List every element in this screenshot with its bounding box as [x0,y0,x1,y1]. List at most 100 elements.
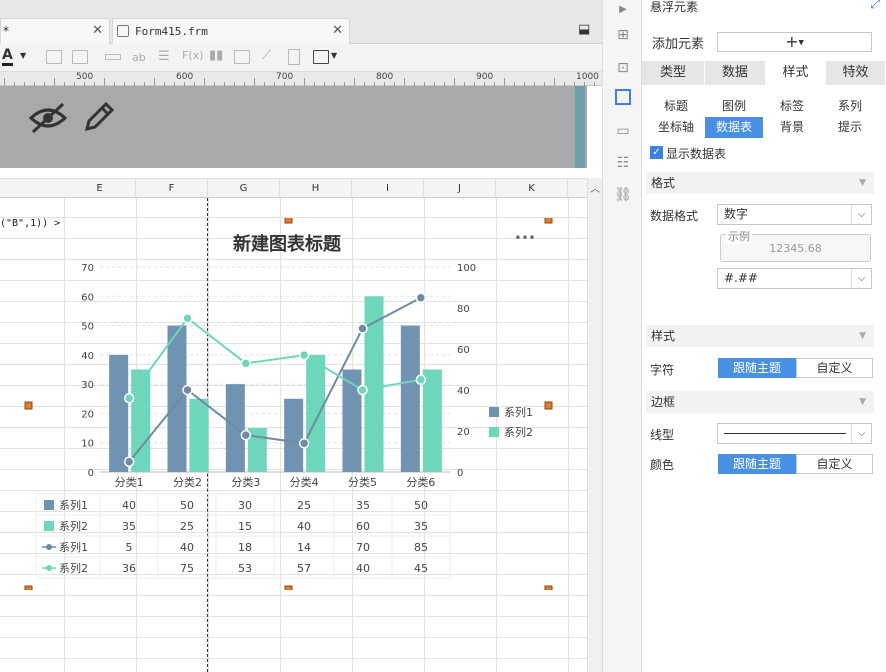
border-icon[interactable] [313,50,329,64]
y2-tick-label: 40 [457,386,470,397]
chevron-down-icon: ▼ [798,38,804,47]
subtab-tooltip[interactable]: 提示 [821,117,879,138]
merge-icon[interactable] [105,54,121,60]
subtab-background[interactable]: 背景 [763,117,821,138]
bar-1-1 [109,354,129,472]
line-point-1-1 [123,456,135,467]
section-title: 样式 [651,329,676,343]
formula-icon[interactable]: F(x) [182,49,203,62]
data-format-select[interactable]: 数字 ⌵ [717,204,872,225]
data-table-cell: 35 [122,520,136,533]
ruler-tick [594,82,595,86]
format-toolbar: A ▼ ab ☰ F(x) ▮▮ ⟋ ▼ [0,44,602,72]
subtab-title[interactable]: 标题 [647,96,705,117]
vertical-scrollbar[interactable]: ︿ [587,178,602,672]
tab-form415[interactable]: Form415.frm ✕ [112,18,350,44]
tab-menu-icon[interactable]: ⬓ [578,22,590,37]
y2-tick-label: 60 [457,345,470,356]
column-header-F[interactable]: F [136,179,208,199]
line-icon[interactable]: ⟋ [262,48,271,63]
char-follow-theme-button[interactable]: 跟随主题 [718,358,796,378]
float-element-icon[interactable] [615,89,631,105]
subtab-axis[interactable]: 坐标轴 [647,117,705,138]
ruler-tick [304,78,305,86]
ruler-tick [204,78,205,86]
data-table-cell: 57 [297,562,311,575]
scroll-up-icon[interactable]: ︿ [590,180,600,195]
list-icon[interactable]: ☷ [613,153,633,173]
widget-icon[interactable]: ▭ [613,121,633,141]
ruler-tick [554,78,555,86]
column-header: EFGHIJK [0,178,587,199]
chevron-down-icon[interactable]: ▼ [331,51,337,60]
subtab-legend[interactable]: 图例 [705,96,763,117]
show-table-checkbox[interactable]: ✓ [650,146,663,159]
tab-style[interactable]: 样式 [766,61,826,85]
line-type-select[interactable]: ⌵ [717,423,872,444]
ruler-label: 1000 [576,72,599,82]
resize-handle [284,585,293,590]
add-element-button[interactable]: +▼ [717,32,872,52]
ruler: 500 600 700 800 900 1000 [0,72,602,86]
close-icon[interactable]: ✕ [92,19,103,43]
cell-attr-icon[interactable]: ⊞ [613,25,633,45]
style-section[interactable]: 样式 ▼ [646,325,874,347]
tab-effect[interactable]: 特效 [826,61,886,85]
line-point-1-5 [357,323,368,334]
data-table-swatch [46,544,52,550]
subtab-label[interactable]: 标签 [763,96,821,117]
column-header-K[interactable]: K [496,179,568,199]
column-header-J[interactable]: J [424,179,496,199]
data-table-cell: 14 [297,541,311,554]
document-icon[interactable] [288,49,300,65]
font-color-icon[interactable]: A [2,47,13,66]
expand-icon[interactable]: ⤢ [870,0,880,12]
tab-unsaved[interactable]: * ✕ [0,18,110,44]
condition-icon[interactable]: ⊡ [613,58,633,78]
collapse-arrow-icon[interactable]: ▶ [613,0,633,20]
link-icon[interactable]: ⛓ [613,185,633,205]
chevron-down-icon[interactable]: ▼ [20,51,26,60]
band-scrollbar[interactable] [575,86,585,168]
format-section[interactable]: 格式 ▼ [646,172,874,194]
hide-icon[interactable] [28,100,68,136]
color-custom-button[interactable]: 自定义 [796,454,873,474]
image-icon[interactable] [234,50,250,64]
legend-label: 系列1 [504,405,533,419]
y-tick-label: 0 [88,468,94,479]
table-icon[interactable] [72,50,88,64]
bar-chart-icon[interactable]: ▮▮ [209,48,223,63]
bar-2-2 [189,398,209,472]
char-custom-button[interactable]: 自定义 [796,358,873,378]
chevron-down-icon: ⌵ [851,424,871,443]
data-table-cell: 45 [414,562,428,575]
x-tick-label: 分类1 [115,475,144,489]
data-table-cell: 40 [297,520,311,533]
column-header-G[interactable]: G [208,179,280,199]
collapse-icon: ▼ [859,178,866,188]
subtab-datatable[interactable]: 数据表 [705,117,763,138]
tab-data[interactable]: 数据 [705,61,766,85]
data-table-cell: 25 [180,520,194,533]
subtab-series[interactable]: 系列 [821,96,879,117]
column-header-E[interactable]: E [64,179,136,199]
bar-2-6 [422,369,442,472]
cell-icon[interactable] [46,50,62,64]
pattern-select[interactable]: #.## ⌵ [717,268,872,289]
close-icon[interactable]: ✕ [332,19,343,43]
tab-label: * [3,24,9,38]
collapse-icon: ▼ [859,331,866,341]
align-icon[interactable]: ☰ [158,49,170,64]
edit-icon[interactable] [82,100,116,134]
column-header-I[interactable]: I [352,179,424,199]
char-label: 字符 [650,363,675,377]
chart[interactable]: 新建图表标题 ••• 0 10 20 30 40 50 60 70 0 20 40 60 80 100 分类1 分… [0,218,587,590]
line-point-1-6 [415,292,427,303]
ruler-tick [504,78,505,86]
border-section[interactable]: 边框 ▼ [646,391,874,413]
line-point-1-3 [240,429,252,441]
tab-type[interactable]: 类型 [642,61,705,85]
text-icon[interactable]: ab [132,51,146,64]
column-header-H[interactable]: H [280,179,352,199]
color-follow-theme-button[interactable]: 跟随主题 [718,454,796,474]
